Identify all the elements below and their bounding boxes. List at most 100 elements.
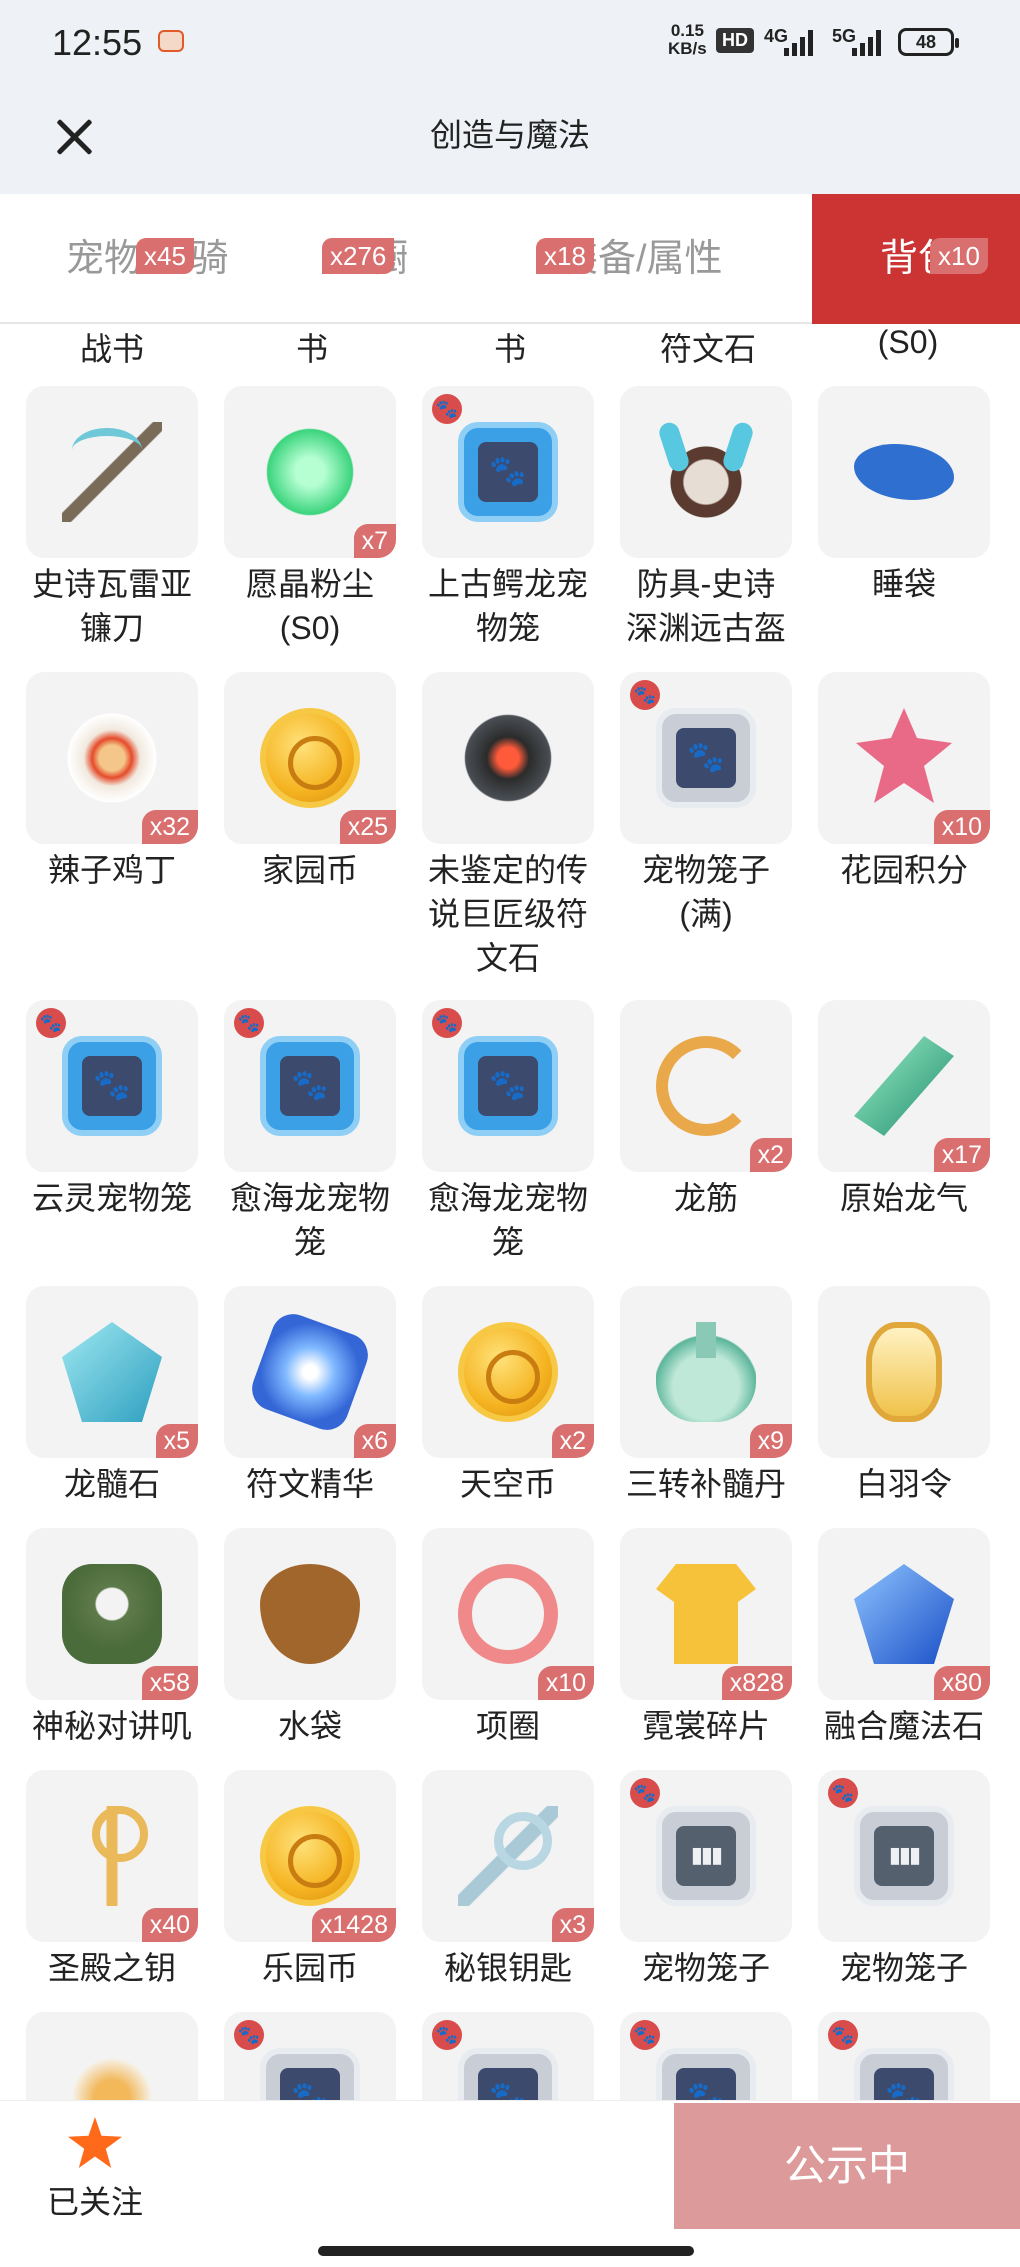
item-card[interactable]: x32 [26,672,198,844]
item-name: 宠物笼子 [641,1950,770,1986]
coin-icon [458,1322,558,1422]
item-name: 上古鳄龙宠 物笼 [427,566,588,646]
item-card[interactable]: x6 [224,1286,396,1458]
orb-icon [245,1307,375,1437]
item-card[interactable] [224,1528,396,1700]
tab-wardrobe[interactable]: 衣橱 x276 [322,194,408,324]
pet-marker-icon: 🐾 [432,2020,462,2050]
tab-pets-mounts[interactable]: 宠物/坐骑 x45 [66,194,229,324]
item-card[interactable]: x828 [620,1528,792,1700]
item-name: 云灵宠物笼 [31,1180,192,1216]
item-card[interactable]: x3 [422,1770,594,1942]
crystal-icon [62,1322,162,1422]
token-icon [866,1322,942,1422]
flower-icon [856,708,952,803]
follow-label: 已关注 [46,2184,143,2220]
item-card[interactable]: 🐾 [224,2012,396,2100]
item-card[interactable]: x2 [620,1000,792,1172]
item-name: 白羽令 [855,1466,952,1502]
robot-icon [62,1564,162,1664]
item-card[interactable]: 🐾 [224,1000,396,1172]
pet-cage-icon [260,1036,360,1136]
item-name: 龙筋 [673,1180,738,1216]
gold-key-icon [62,1806,162,1906]
item-count-badge: x6 [353,1424,396,1458]
item-card[interactable] [26,2012,198,2100]
item-name: 秘银钥匙 [443,1950,572,1986]
collar-icon [458,1564,558,1664]
pet-marker-icon: 🐾 [432,1008,462,1038]
item-card[interactable]: x58 [26,1528,198,1700]
item-card[interactable]: x25 [224,672,396,844]
pet-marker-icon: 🐾 [36,1008,66,1038]
item-name: 水袋 [277,1708,342,1744]
pet-cage-grey-icon [656,2048,756,2100]
item-card[interactable]: x1428 [224,1770,396,1942]
scythe-icon [62,422,162,522]
item-card[interactable] [818,386,990,558]
tab-count-badge: x276 [322,238,395,274]
public-status-button[interactable]: 公示中 [674,2103,1020,2229]
item-card[interactable] [818,1286,990,1458]
item-card[interactable]: 🐾 [26,1000,198,1172]
pet-marker-icon: 🐾 [828,1778,858,1808]
item-name: 三转补髓丹 [625,1466,786,1502]
helmet-icon [656,422,756,522]
item-grid: 战书 书 书 符文石 (S0) 史诗瓦雷亚 镰刀 x7 愿晶粉尘 (S0) 🐾 上古鳄龙… [0,324,1020,2100]
item-card[interactable]: 🐾 [422,386,594,558]
tab-count-badge: x18 [536,238,594,274]
item-card[interactable]: x2 [422,1286,594,1458]
item-card[interactable] [620,386,792,558]
item-card[interactable]: 🐾 [422,2012,594,2100]
item-name: 愿晶粉尘 (S0) [245,566,374,646]
item-count-badge: x2 [749,1138,792,1172]
follow-button[interactable]: 已关注 [40,2117,150,2223]
item-count-badge: x3 [551,1908,594,1942]
item-name: 愈海龙宠物 笼 [427,1180,588,1260]
tab-backpack[interactable]: 背包 x10 [812,194,1020,324]
item-card[interactable] [422,672,594,844]
tab-count-badge: x45 [136,238,194,274]
item-name: 神秘对讲叽 [31,1708,192,1744]
item-card[interactable]: x10 [818,672,990,844]
partial-item-label: 书 [493,331,526,367]
item-card[interactable]: x7 [224,386,396,558]
status-time: 12:55 [52,22,143,63]
item-card[interactable]: x17 [818,1000,990,1172]
tab-equipment[interactable]: 装备/属性 x18 [536,194,723,324]
item-card[interactable] [26,386,198,558]
item-card[interactable]: 🐾 [818,1770,990,1942]
signal-bars-icon [784,30,818,56]
page-title: 创造与魔法 [429,117,590,153]
item-card[interactable]: 🐾 [818,2012,990,2100]
item-name: 史诗瓦雷亚 镰刀 [31,566,192,646]
potion-icon [656,1322,756,1422]
network-speed-unit: KB/s [668,39,707,58]
pet-cage-icon [458,1036,558,1136]
item-name: 霓裳碎片 [641,1708,770,1744]
item-card[interactable]: x80 [818,1528,990,1700]
item-count-badge: x40 [141,1908,198,1942]
item-count-badge: x7 [353,524,396,558]
item-count-badge: x5 [155,1424,198,1458]
sinew-icon [656,1036,756,1136]
item-name: 愈海龙宠物 笼 [229,1180,390,1260]
item-card[interactable]: x10 [422,1528,594,1700]
item-name: 宠物笼子 [839,1950,968,1986]
green-crystal-icon [854,1036,954,1136]
blue-crystal-icon [854,1564,954,1664]
item-count-badge: x58 [141,1666,198,1700]
item-card[interactable]: 🐾 [620,2012,792,2100]
item-name: 家园币 [261,852,358,888]
item-card[interactable]: x9 [620,1286,792,1458]
item-card[interactable]: 🐾 [422,1000,594,1172]
item-name: 宠物笼子 (满) [641,852,770,932]
item-card[interactable]: x40 [26,1770,198,1942]
item-card[interactable]: 🐾 [620,1770,792,1942]
hd-icon: HD [716,28,754,53]
item-card[interactable]: 🐾 [620,672,792,844]
item-name: 花园积分 [839,852,968,888]
network-speed: 0.15 KB/s [668,22,707,58]
item-card[interactable]: x5 [26,1286,198,1458]
partial-item-label: 书 [295,331,328,367]
